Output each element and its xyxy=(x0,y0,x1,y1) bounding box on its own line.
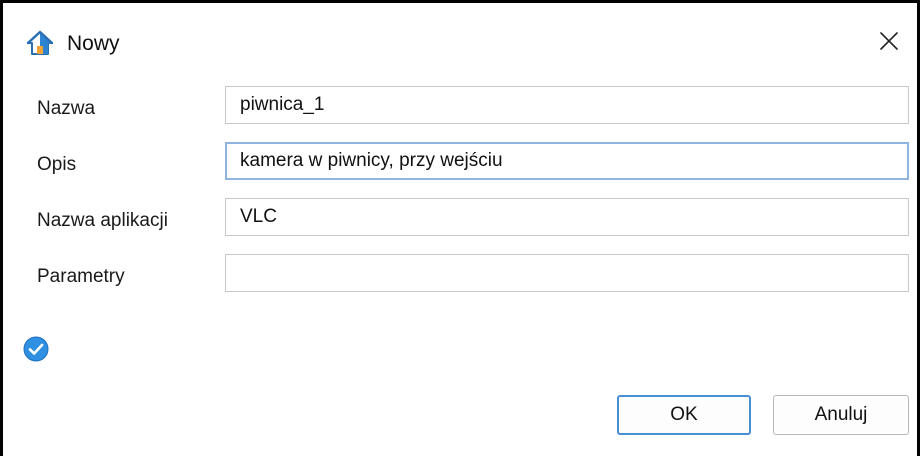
close-button[interactable] xyxy=(869,23,909,63)
description-field[interactable] xyxy=(225,142,909,180)
title-bar: Nowy xyxy=(3,3,917,83)
application-name-label: Nazwa aplikacji xyxy=(37,210,168,231)
close-icon xyxy=(879,31,899,56)
check-circle-icon xyxy=(23,336,49,362)
ok-button[interactable]: OK xyxy=(617,395,751,435)
parameters-field[interactable] xyxy=(225,254,909,292)
application-name-field[interactable] xyxy=(225,198,909,236)
name-field[interactable] xyxy=(225,86,909,124)
parameters-label: Parametry xyxy=(37,266,125,287)
name-label: Nazwa xyxy=(37,98,96,119)
description-label: Opis xyxy=(37,154,77,175)
dialog-window: Nowy Nazwa Opis Nazwa aplikacji Parametr… xyxy=(0,0,920,456)
cancel-button[interactable]: Anuluj xyxy=(773,395,909,435)
home-icon xyxy=(26,30,54,56)
dialog-title: Nowy xyxy=(67,32,120,55)
